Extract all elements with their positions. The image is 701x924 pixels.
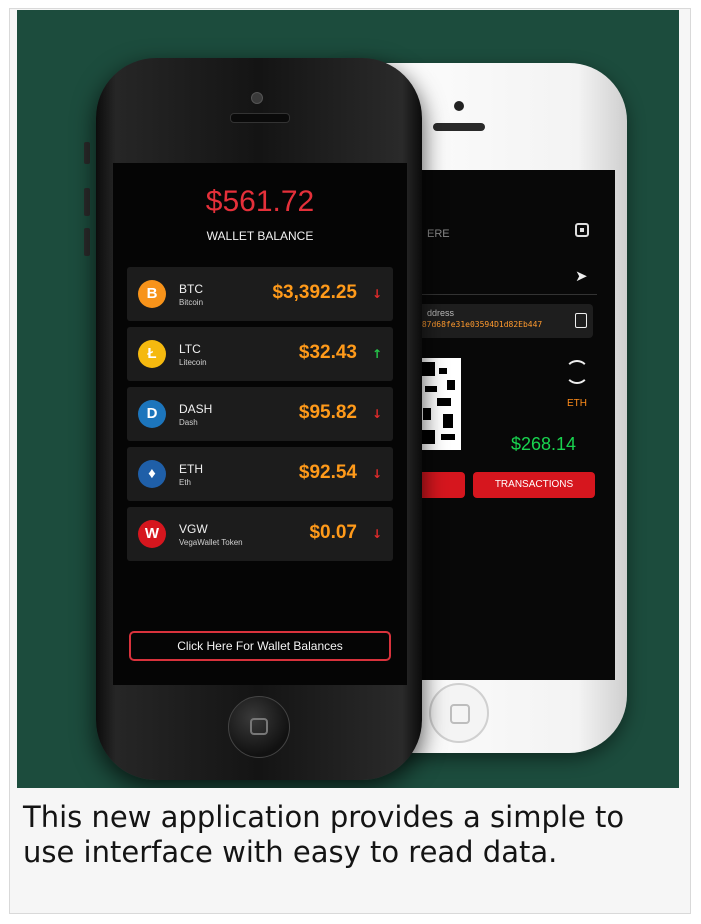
coin-price: $92.54 <box>298 462 357 483</box>
coin-row-vgw[interactable]: W VGW VegaWallet Token $0.07 ↓ <box>127 507 393 561</box>
coin-symbol: ETH <box>179 462 203 476</box>
home-button[interactable] <box>429 683 489 743</box>
bitcoin-icon: B <box>138 280 166 308</box>
copy-icon[interactable] <box>575 313 587 328</box>
coin-name: Dash <box>179 418 198 427</box>
home-button[interactable] <box>228 696 290 758</box>
coin-symbol: VGW <box>179 522 208 536</box>
coin-name: Bitcoin <box>179 298 204 307</box>
ethereum-icon: ♦ <box>138 460 166 488</box>
home-square-icon <box>250 718 268 735</box>
volume-up-button <box>84 188 90 216</box>
vegawallet-icon: W <box>138 520 166 548</box>
eth-balance: $268.14 <box>511 434 577 454</box>
front-camera <box>454 101 464 111</box>
coin-symbol: LTC <box>179 342 201 356</box>
trend-down-arrow-icon: ↓ <box>371 467 382 481</box>
wallet-balance-amount: $561.72 <box>205 185 315 218</box>
qr-code <box>417 358 461 450</box>
currency-label: ETH <box>567 398 587 409</box>
trend-down-arrow-icon: ↓ <box>371 287 382 301</box>
hero-image: ERE ➤ ddress a87d68fe31e03594D1d82Eb447 … <box>17 10 679 788</box>
sync-icon[interactable] <box>565 360 589 384</box>
wallet-screen: $561.72 WALLET BALANCE B BTC Bitcoin $3,… <box>113 163 407 685</box>
coin-price: $32.43 <box>298 342 357 363</box>
coin-price: $0.07 <box>309 522 357 543</box>
coin-row-ltc[interactable]: Ł LTC Litecoin $32.43 ↑ <box>127 327 393 381</box>
wallet-balance-label: WALLET BALANCE <box>206 229 314 243</box>
mute-switch <box>84 142 90 164</box>
send-icon[interactable]: ➤ <box>575 267 588 285</box>
coin-name: Eth <box>179 478 192 487</box>
trend-up-arrow-icon: ↑ <box>371 347 382 361</box>
coin-name: Litecoin <box>179 358 207 367</box>
scan-qr-icon[interactable] <box>575 223 589 237</box>
coin-row-eth[interactable]: ♦ ETH Eth $92.54 ↓ <box>127 447 393 501</box>
address-value: a87d68fe31e03594D1d82Eb447 <box>417 320 543 329</box>
receive-screen: ERE ➤ ddress a87d68fe31e03594D1d82Eb447 … <box>397 170 615 680</box>
address-label: ddress <box>427 308 455 318</box>
send-field[interactable] <box>397 256 597 295</box>
wallet-balances-button[interactable]: Click Here For Wallet Balances <box>129 631 391 661</box>
dash-icon: D <box>138 400 166 428</box>
home-square-icon <box>450 704 470 724</box>
coin-symbol: BTC <box>179 282 203 296</box>
earpiece-speaker <box>433 123 485 131</box>
coin-price: $95.82 <box>298 402 357 423</box>
coin-row-dash[interactable]: D DASH Dash $95.82 ↓ <box>127 387 393 441</box>
coin-price: $3,392.25 <box>272 282 357 303</box>
coin-row-btc[interactable]: B BTC Bitcoin $3,392.25 ↓ <box>127 267 393 321</box>
trend-down-arrow-icon: ↓ <box>371 527 382 541</box>
earpiece-speaker <box>230 113 290 123</box>
transactions-button[interactable]: TRANSACTIONS <box>473 472 595 498</box>
trend-down-arrow-icon: ↓ <box>371 407 382 421</box>
front-camera <box>251 92 263 104</box>
coin-list: B BTC Bitcoin $3,392.25 ↓ Ł LTC Litecoin… <box>127 267 393 567</box>
coin-name: VegaWallet Token <box>179 538 243 547</box>
coin-symbol: DASH <box>179 402 213 416</box>
caption-text: This new application provides a simple t… <box>23 800 625 869</box>
volume-down-button <box>84 228 90 256</box>
litecoin-icon: Ł <box>138 340 166 368</box>
